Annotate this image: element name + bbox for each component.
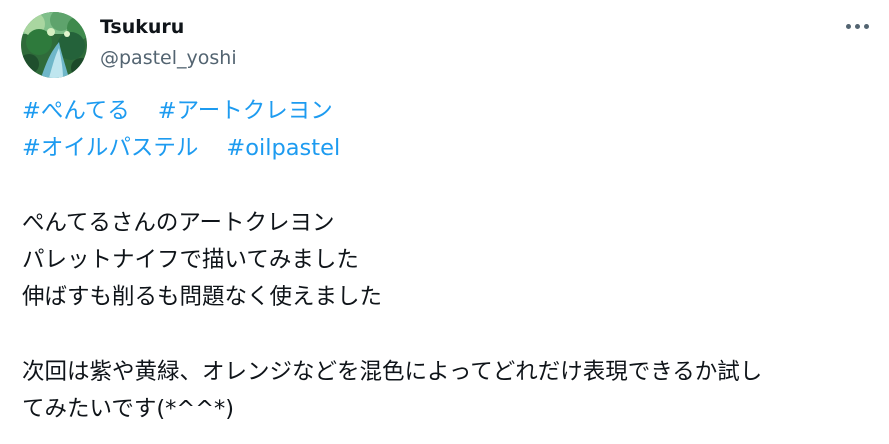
avatar-forest-painting-image [21, 12, 87, 78]
tweet-text: #ぺんてる #アートクレヨン #オイルパステル #oilpastel ぺんてるさんの… [22, 93, 872, 429]
author-handle[interactable]: @pastel_yoshi [100, 47, 237, 69]
hashtag-line: #オイルパステル #oilpastel [22, 130, 872, 167]
hashtag-line: #ぺんてる #アートクレヨン [22, 93, 872, 130]
more-horizontal-icon-dot [863, 23, 869, 29]
body-line: パレットナイフで描いてみました [22, 247, 359, 274]
more-options-button[interactable] [840, 14, 874, 38]
hashtag-link[interactable]: #ぺんてる [22, 98, 130, 124]
tweet-card: Tsukuru @pastel_yoshi #ぺんてる #アートクレヨン #オイル… [0, 0, 889, 444]
avatar[interactable] [21, 12, 87, 78]
body-line: 次回は紫や黄緑、オレンジなどを混色によってどれだけ表現できるか試し [22, 359, 763, 386]
hashtag-link[interactable]: #oilpastel [226, 135, 340, 161]
author-name[interactable]: Tsukuru [100, 16, 184, 38]
body-line: ぺんてるさんのアートクレヨン [22, 209, 335, 236]
hashtag-link[interactable]: #オイルパステル [22, 135, 198, 161]
more-horizontal-icon-dot [854, 23, 860, 29]
body-line: 伸ばすも削るも問題なく使えました [22, 284, 383, 311]
more-horizontal-icon [845, 23, 851, 29]
hashtag-link[interactable]: #アートクレヨン [158, 98, 333, 124]
body-line: てみたいです(*^^*) [22, 396, 235, 423]
